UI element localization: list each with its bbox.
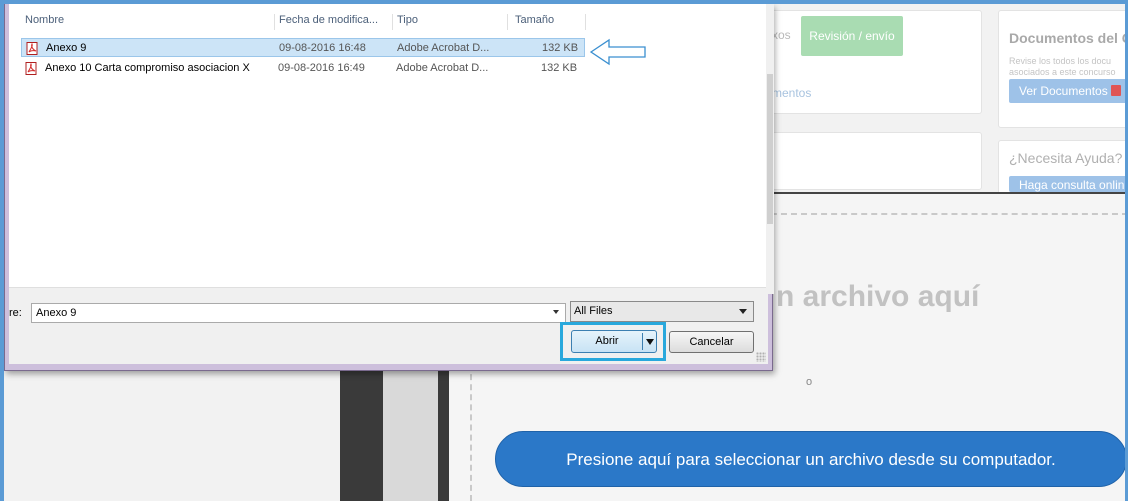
side-docs-text-line: asociados a este concurso	[1009, 67, 1116, 77]
tab-revision-envio[interactable]: Revisión / envío	[801, 16, 903, 56]
resize-grip[interactable]	[756, 352, 766, 362]
filter-value: All Files	[574, 305, 613, 317]
file-open-dialog: Nombre Fecha de modifica... Tipo Tamaño …	[4, 4, 774, 371]
file-type: Adobe Acrobat D...	[397, 42, 490, 54]
file-type: Adobe Acrobat D...	[396, 62, 489, 74]
side-docs-title: Documentos del Co	[1009, 30, 1128, 46]
column-separator[interactable]	[585, 14, 586, 30]
arrow-left-outline-icon	[589, 38, 646, 66]
column-header-type[interactable]: Tipo	[397, 12, 418, 28]
side-help-title: ¿Necesita Ayuda?	[1009, 150, 1123, 166]
dialog-body: Nombre Fecha de modifica... Tipo Tamaño …	[9, 4, 768, 364]
chevron-down-icon[interactable]	[646, 339, 654, 345]
filename-value: Anexo 9	[36, 307, 77, 319]
select-file-button[interactable]: Presione aquí para seleccionar un archiv…	[495, 431, 1127, 487]
column-header-size[interactable]: Tamaño	[515, 12, 554, 28]
column-header-date[interactable]: Fecha de modifica...	[279, 12, 378, 28]
side-docs-text-line: Revise los todos los docu	[1009, 56, 1112, 66]
pdf-file-icon	[25, 62, 37, 75]
ver-documentos-button[interactable]: Ver Documentos	[1009, 79, 1128, 103]
file-date: 09-08-2016 16:48	[279, 42, 366, 54]
file-size: 132 KB	[541, 62, 578, 74]
side-docs-text: Revise los todos los docu asociados a es…	[1009, 56, 1116, 78]
filename-input[interactable]: Anexo 9	[31, 303, 566, 323]
file-size: 132 KB	[542, 42, 579, 54]
open-button[interactable]: Abrir	[571, 330, 657, 353]
file-name: Anexo 10 Carta compromiso asociacion X	[45, 62, 250, 74]
pdf-icon	[1110, 85, 1121, 96]
file-name: Anexo 9	[46, 42, 87, 54]
column-separator[interactable]	[507, 14, 508, 30]
column-separator[interactable]	[274, 14, 275, 30]
chevron-down-icon[interactable]	[553, 310, 559, 314]
tab-documentos[interactable]: mentos	[772, 86, 811, 100]
filename-label: re:	[9, 307, 22, 319]
dialog-bottom-bar: re: Anexo 9 All Files Abrir Cancelar	[9, 287, 768, 364]
file-row-anexo-9[interactable]: Anexo 9 09-08-2016 16:48 Adobe Acrobat D…	[21, 38, 585, 57]
split-divider	[642, 333, 643, 350]
column-separator[interactable]	[392, 14, 393, 30]
highlight-frame	[0, 0, 1128, 4]
pdf-file-icon	[26, 42, 38, 55]
drop-or-label: o	[806, 376, 813, 388]
file-list: Nombre Fecha de modifica... Tipo Tamaño …	[9, 4, 768, 287]
cancel-button[interactable]: Cancelar	[669, 331, 754, 353]
ver-documentos-label: Ver Documentos	[1019, 84, 1108, 98]
vertical-scrollbar[interactable]	[766, 4, 774, 294]
drop-instruction: n archivo aquí	[776, 280, 980, 313]
scroll-thumb[interactable]	[767, 74, 773, 224]
column-header-name[interactable]: Nombre	[25, 12, 64, 28]
tab-anexos[interactable]: xos	[772, 28, 791, 42]
file-row-anexo-10[interactable]: Anexo 10 Carta compromiso asociacion X 0…	[21, 59, 585, 78]
haga-consulta-button[interactable]: Haga consulta onlin	[1009, 176, 1128, 192]
file-date: 09-08-2016 16:49	[278, 62, 365, 74]
chevron-down-icon	[739, 309, 747, 314]
file-type-filter[interactable]: All Files	[570, 301, 754, 322]
highlight-frame	[0, 0, 4, 501]
content-panel	[770, 132, 982, 190]
open-label: Abrir	[595, 335, 619, 347]
